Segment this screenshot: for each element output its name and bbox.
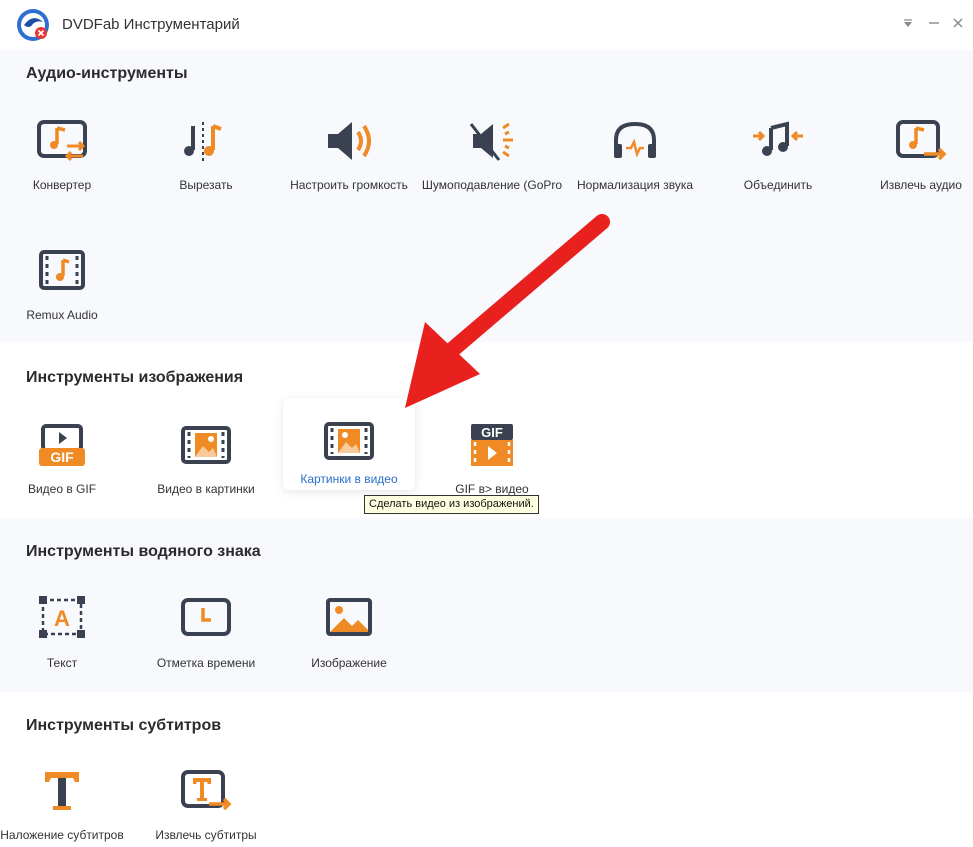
tool-extract-audio[interactable]: Извлечь аудио (855, 108, 973, 198)
tool-label: Извлечь аудио (880, 178, 962, 192)
svg-text:GIF: GIF (50, 449, 74, 465)
tool-label: Видео в картинки (157, 482, 255, 496)
images-to-video-icon (324, 422, 374, 460)
tool-gif-to-video[interactable]: GIF GIF в> видео (426, 412, 558, 502)
section-title-subtitle: Инструменты субтитров (26, 717, 222, 734)
noise-reduction-icon (469, 122, 513, 161)
subtitle-overlay-icon (45, 772, 79, 810)
tool-label: Конвертер (32, 178, 92, 192)
dvdfab-logo-icon (17, 9, 49, 41)
audio-merge-icon (753, 121, 803, 156)
svg-text:A: A (54, 606, 70, 631)
tool-cut[interactable]: Вырезать (140, 108, 272, 198)
tool-images-to-video[interactable]: Картинки в видео (283, 398, 415, 490)
text-watermark-icon: A (39, 596, 85, 638)
tool-label: Настроить громкость (290, 178, 408, 192)
window-title: DVDFab Инструментарий (62, 16, 240, 33)
tool-merge[interactable]: Объединить (712, 108, 844, 198)
tool-watermark-timestamp[interactable]: Отметка времени (140, 586, 272, 676)
video-to-gif-icon: GIF (39, 424, 85, 466)
tool-label: Нормализация звука (576, 178, 694, 192)
tool-label: Remux Audio (26, 308, 98, 322)
tool-label: Наложение субтитров (0, 828, 124, 842)
section-title-watermark: Инструменты водяного знака (26, 543, 261, 560)
subtitle-tools-section: Инструменты субтитров Наложение субтитро… (0, 692, 973, 847)
tool-label: Извлечь субтитры (155, 828, 257, 842)
tool-subtitle-overlay[interactable]: Наложение субтитров (0, 758, 128, 847)
title-bar: DVDFab Инструментарий (0, 0, 973, 50)
tool-extract-subtitles[interactable]: Извлечь субтитры (140, 758, 272, 847)
tool-watermark-text[interactable]: A Текст (0, 586, 128, 676)
extract-subtitles-icon (181, 770, 232, 811)
gif-to-video-icon: GIF (471, 424, 513, 466)
section-title-audio: Аудио-инструменты (26, 65, 188, 82)
audio-converter-icon (37, 120, 87, 162)
tool-converter[interactable]: Конвертер (0, 108, 128, 198)
tool-label: Объединить (743, 178, 813, 192)
tool-remux-audio[interactable]: Remux Audio (0, 238, 128, 328)
audio-cut-icon (184, 122, 222, 164)
volume-icon (328, 122, 371, 160)
close-icon[interactable] (950, 14, 966, 32)
timestamp-icon (181, 598, 231, 636)
tool-label: Шумоподавление (GoPro (421, 178, 563, 192)
tool-label: Вырезать (179, 178, 233, 192)
tool-label: Текст (46, 656, 78, 670)
section-title-image: Инструменты изображения (26, 369, 244, 386)
tool-adjust-volume[interactable]: Настроить громкость (283, 108, 415, 198)
dropdown-icon[interactable] (900, 14, 916, 32)
tool-video-to-images[interactable]: Видео в картинки (140, 412, 272, 502)
tool-noise-reduction[interactable]: Шумоподавление (GoPro (422, 108, 562, 198)
tool-watermark-image[interactable]: Изображение (283, 586, 415, 676)
tool-normalize[interactable]: Нормализация звука (569, 108, 701, 198)
watermark-tools-section: Инструменты водяного знака A Текст Отмет… (0, 518, 973, 692)
tooltip: Сделать видео из изображений. (364, 495, 539, 514)
tool-label: GIF в> видео (455, 482, 529, 496)
minimize-icon[interactable] (926, 14, 942, 32)
tool-label: Отметка времени (156, 656, 256, 670)
tool-video-to-gif[interactable]: GIF Видео в GIF (0, 412, 128, 502)
tool-label: Видео в GIF (27, 482, 97, 496)
image-watermark-icon (326, 598, 372, 636)
audio-tools-section: Аудио-инструменты Конвертер Вырезать Нас… (0, 50, 973, 342)
remux-audio-icon (39, 250, 85, 290)
headphones-icon (614, 121, 656, 158)
image-tools-section: Инструменты изображения GIF Видео в GIF … (0, 342, 973, 518)
tool-label: Изображение (311, 656, 387, 670)
tool-label: Картинки в видео (300, 472, 398, 486)
svg-text:GIF: GIF (481, 425, 503, 440)
extract-audio-icon (896, 120, 947, 161)
video-to-images-icon (181, 426, 231, 464)
